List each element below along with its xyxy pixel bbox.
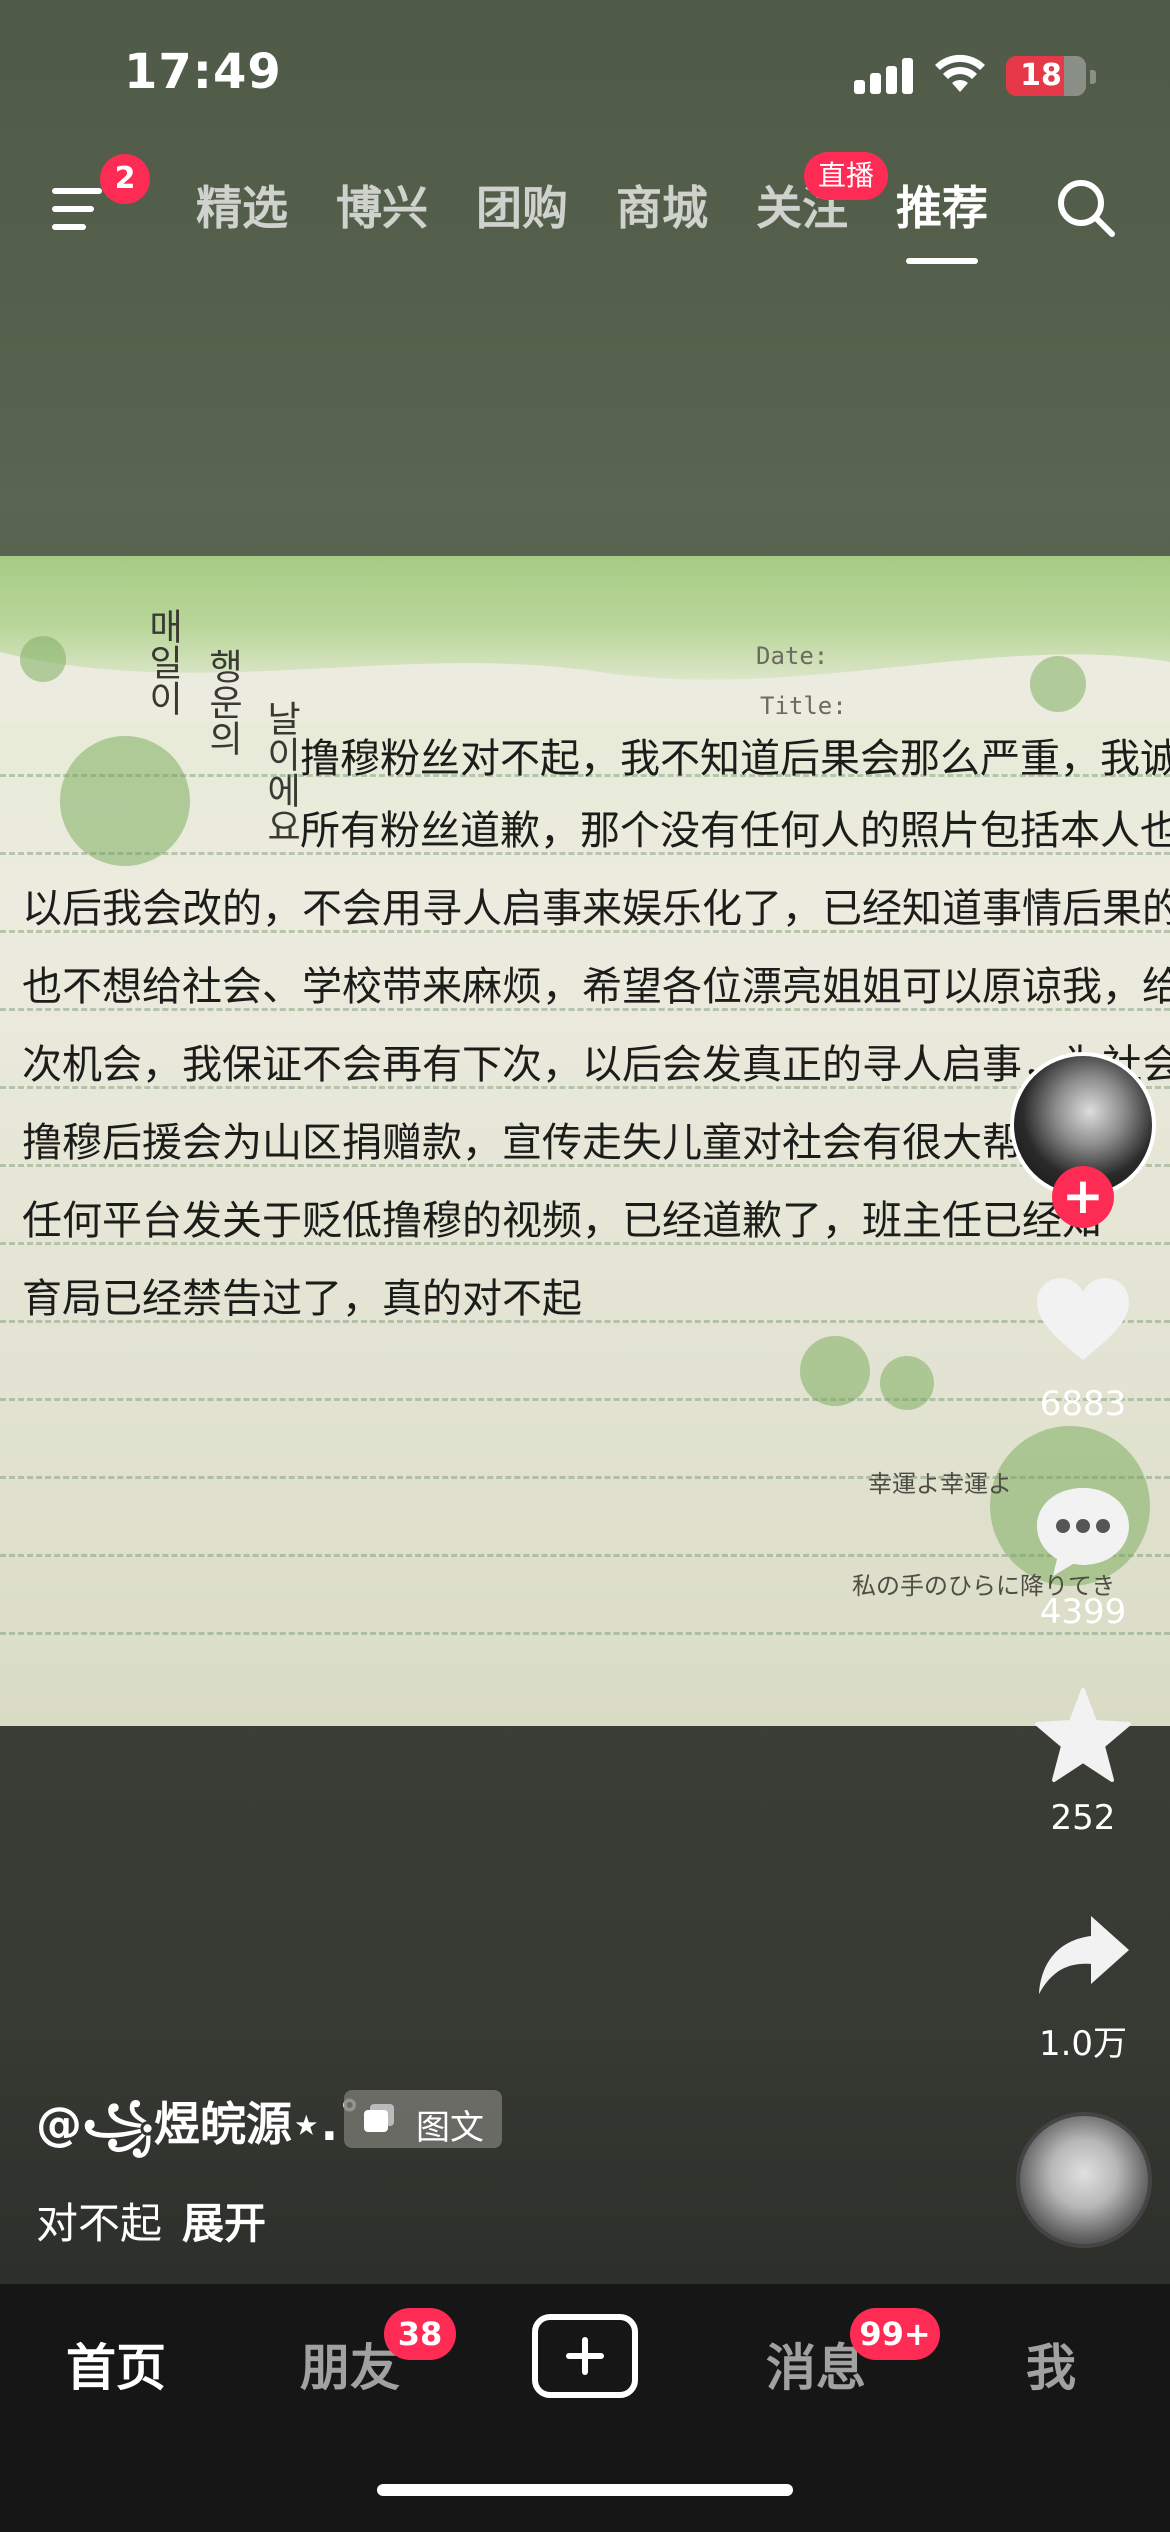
favorite-count: 252 xyxy=(1050,1798,1116,1838)
handwritten-line: 撸穆后援会为山区捐赠款，宣传走失儿童对社会有很大帮助， xyxy=(22,1120,1102,1166)
star-icon xyxy=(1035,1688,1131,1782)
wifi-icon xyxy=(935,54,985,92)
music-disc[interactable] xyxy=(1016,2112,1152,2248)
korean-text: 행운의 xyxy=(202,648,243,756)
image-post-tag[interactable]: 图文 xyxy=(344,2090,502,2148)
like-button[interactable]: 6883 xyxy=(1020,1272,1146,1432)
create-button[interactable] xyxy=(532,2314,638,2398)
messages-badge: 99+ xyxy=(850,2308,940,2360)
handwritten-line: 次机会，我保证不会再有下次，以后会发真正的寻人启事，为社会做贡献 xyxy=(22,1042,1170,1088)
handwritten-line: 所有粉丝道歉，那个没有任何人的照片包括本人也没有 xyxy=(300,808,1170,854)
clover-illustration xyxy=(60,736,190,866)
date-label: Date: xyxy=(756,642,829,670)
home-indicator[interactable] xyxy=(377,2484,793,2496)
like-count: 6883 xyxy=(1039,1384,1127,1424)
handwritten-line: 以后我会改的，不会用寻人启事来娱乐化了，已经知道事情后果的严重性 xyxy=(22,886,1170,932)
battery-tip xyxy=(1090,70,1096,84)
japanese-text: 幸運よ幸運よ xyxy=(868,1470,1012,1498)
status-time: 17:49 xyxy=(124,44,282,100)
post-caption: 对不起 展开 xyxy=(36,2190,266,2251)
clover-illustration xyxy=(800,1336,870,1406)
battery-icon: 18 xyxy=(1006,56,1086,96)
share-icon xyxy=(1039,1916,1129,1994)
nav-home[interactable]: 首页 xyxy=(66,2328,166,2400)
expand-caption-button[interactable]: 展开 xyxy=(182,2199,266,2248)
comment-button[interactable]: 4399 xyxy=(1020,1480,1146,1640)
ruled-line xyxy=(0,1632,1170,1635)
clover-illustration xyxy=(880,1356,934,1410)
caption-text: 对不起 xyxy=(36,2199,163,2248)
bottom-tab-bar: 首页 朋友 38 消息 99+ 我 xyxy=(0,2284,1170,2532)
tab-featured[interactable]: 精选 xyxy=(196,172,288,238)
image-post-icon xyxy=(364,2104,394,2132)
handwritten-line: 也不想给社会、学校带来麻烦，希望各位漂亮姐姐可以原谅我，给我一 xyxy=(22,964,1170,1010)
status-bar: 17:49 18 xyxy=(0,0,1170,150)
handwritten-line: 撸穆粉丝对不起，我不知道后果会那么严重，我诚心向 xyxy=(300,736,1170,782)
handwritten-line: 育局已经禁告过了，真的对不起 xyxy=(22,1276,582,1322)
menu-icon[interactable] xyxy=(52,184,106,234)
clover-illustration xyxy=(20,636,66,682)
nav-me[interactable]: 我 xyxy=(1026,2328,1076,2400)
top-nav: 2 精选 博兴 团购 商城 关注 直播 推荐 xyxy=(0,150,1170,270)
tab-group-buy[interactable]: 团购 xyxy=(476,172,568,238)
live-badge: 直播 xyxy=(804,152,888,200)
comment-icon xyxy=(1037,1488,1129,1576)
author-name[interactable]: @꧁煜皖源⋆.˚ xyxy=(36,2088,361,2183)
share-button[interactable]: 1.0万 xyxy=(1020,1906,1146,2066)
comment-count: 4399 xyxy=(1039,1592,1127,1632)
handwritten-line: 任何平台发关于贬低撸穆的视频，已经道歉了，班主任已经知 xyxy=(22,1198,1102,1244)
ruled-line xyxy=(0,1398,1170,1401)
menu-notification-badge: 2 xyxy=(100,154,150,204)
heart-icon xyxy=(1037,1278,1129,1360)
image-post-label: 图文 xyxy=(416,2108,484,2148)
search-icon[interactable] xyxy=(1054,176,1118,240)
ruled-line xyxy=(0,1554,1170,1557)
share-count: 1.0万 xyxy=(1038,2024,1128,2064)
tab-local[interactable]: 博兴 xyxy=(336,172,428,238)
post-image[interactable]: 매일이 행운의 날이에요 Date: Title: 撸穆粉丝对不起，我不知道后果… xyxy=(0,556,1170,1726)
title-label: Title: xyxy=(760,692,847,720)
follow-button[interactable]: + xyxy=(1052,1166,1114,1228)
cellular-signal-icon xyxy=(854,58,914,94)
battery-level: 18 xyxy=(1020,58,1062,93)
tab-mall[interactable]: 商城 xyxy=(616,172,708,238)
korean-text: 매일이 xyxy=(142,608,183,716)
clover-illustration xyxy=(1030,656,1086,712)
favorite-button[interactable]: 252 xyxy=(1020,1686,1146,1846)
friends-badge: 38 xyxy=(384,2308,456,2360)
active-tab-indicator xyxy=(906,258,978,264)
tab-recommended[interactable]: 推荐 xyxy=(896,172,988,238)
korean-text: 날이에요 xyxy=(260,700,301,844)
